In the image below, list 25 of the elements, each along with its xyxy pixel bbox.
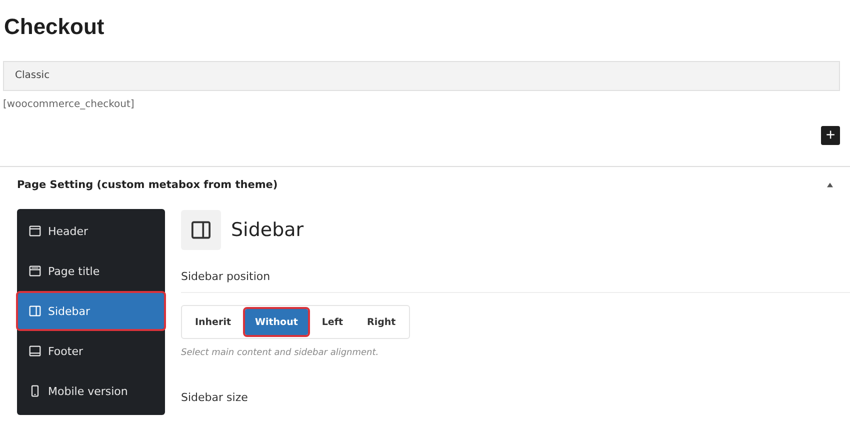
page-title: Checkout xyxy=(3,13,106,41)
segment-option[interactable]: Inherit xyxy=(185,309,241,335)
segment-option[interactable]: Left xyxy=(312,309,354,335)
nav-item[interactable]: Page title xyxy=(18,253,164,289)
field-label: Sidebar position xyxy=(181,270,272,283)
nav-item[interactable]: Footer xyxy=(18,333,164,369)
add-block-button[interactable]: + xyxy=(821,126,840,145)
template-select-field[interactable]: Classic xyxy=(3,61,840,91)
nav-item[interactable]: Sidebar xyxy=(18,293,164,329)
metabox-title: Page Setting (custom metabox from theme) xyxy=(17,179,278,191)
sidebar-layout-icon xyxy=(29,305,41,317)
segment-option[interactable]: Right xyxy=(357,309,406,335)
footer-layout-icon xyxy=(29,345,41,357)
shortcode-text: [woocommerce_checkout] xyxy=(3,99,136,110)
sidebar-layout-icon xyxy=(191,220,211,240)
nav-item[interactable]: Mobile version xyxy=(18,373,164,409)
mobile-phone-icon xyxy=(29,385,41,397)
field-label: Sidebar size xyxy=(181,391,249,404)
help-text: Select main content and sidebar alignment. xyxy=(181,348,380,358)
header-layout-icon xyxy=(29,225,41,237)
section-title: Sidebar xyxy=(231,219,304,241)
page-title-layout-icon xyxy=(29,265,41,277)
nav-item[interactable]: Header xyxy=(18,213,164,249)
segment-option[interactable]: Without xyxy=(245,309,308,335)
collapse-caret-icon[interactable] xyxy=(826,182,834,188)
